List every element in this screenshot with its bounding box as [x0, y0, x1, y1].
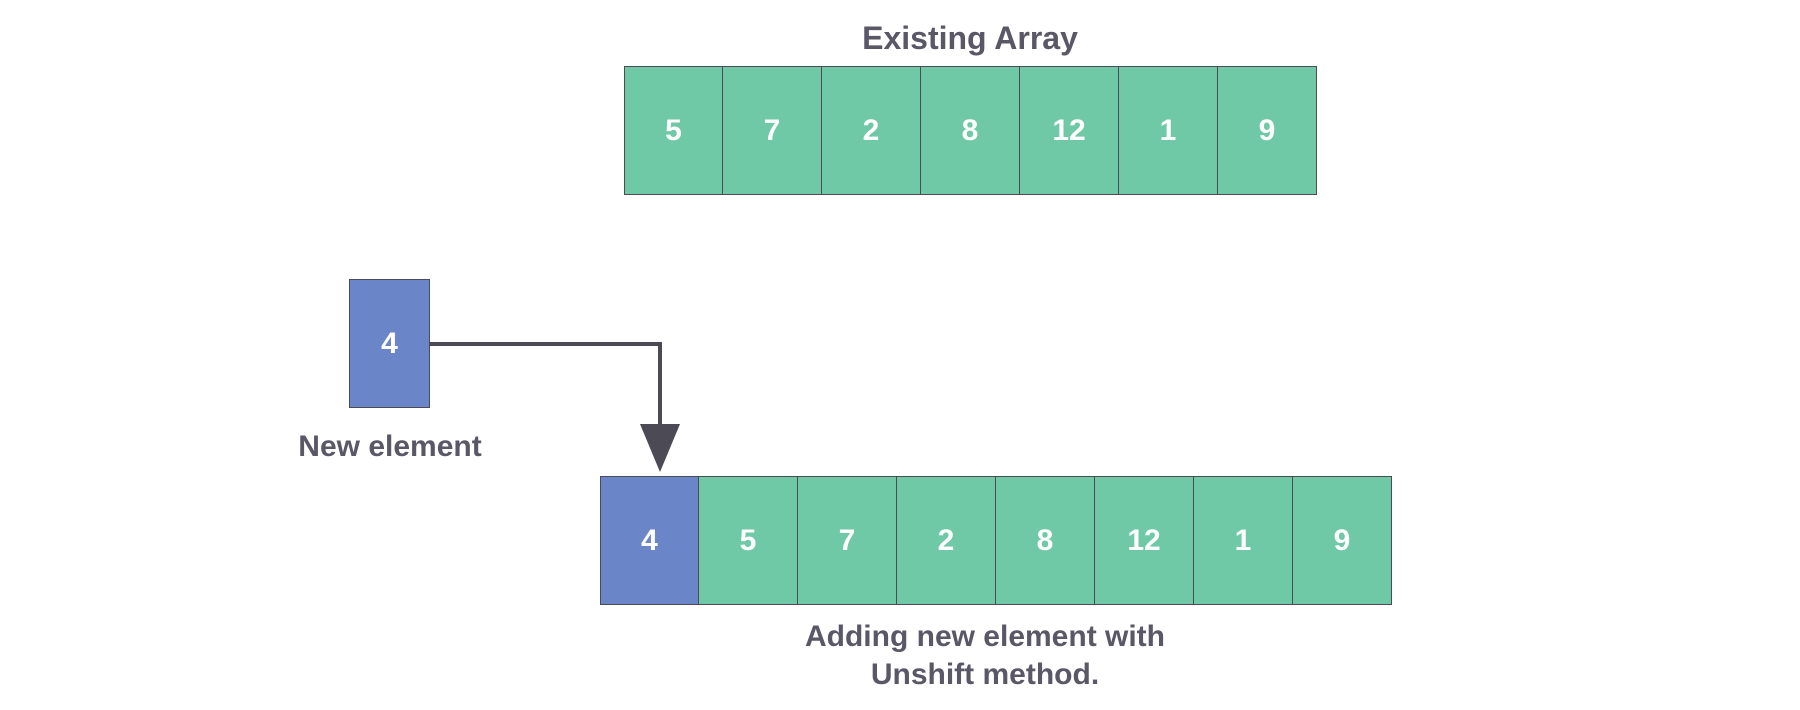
result-array: 4 5 7 2 8 12 1 9: [600, 476, 1392, 605]
array-cell: 12: [1095, 476, 1194, 605]
array-cell: 2: [897, 476, 996, 605]
array-cell: 5: [699, 476, 798, 605]
array-cell: 1: [1194, 476, 1293, 605]
diagram-canvas: Existing Array 5 7 2 8 12 1 9 4 New elem…: [0, 0, 1800, 710]
array-cell: 7: [798, 476, 897, 605]
result-label-line1: Adding new element with: [805, 620, 1165, 653]
array-cell: 4: [600, 476, 699, 605]
result-label-line2: Unshift method.: [871, 658, 1099, 691]
array-cell: 9: [1293, 476, 1392, 605]
array-cell: 8: [996, 476, 1095, 605]
result-label: Adding new element with Unshift method.: [600, 618, 1370, 693]
